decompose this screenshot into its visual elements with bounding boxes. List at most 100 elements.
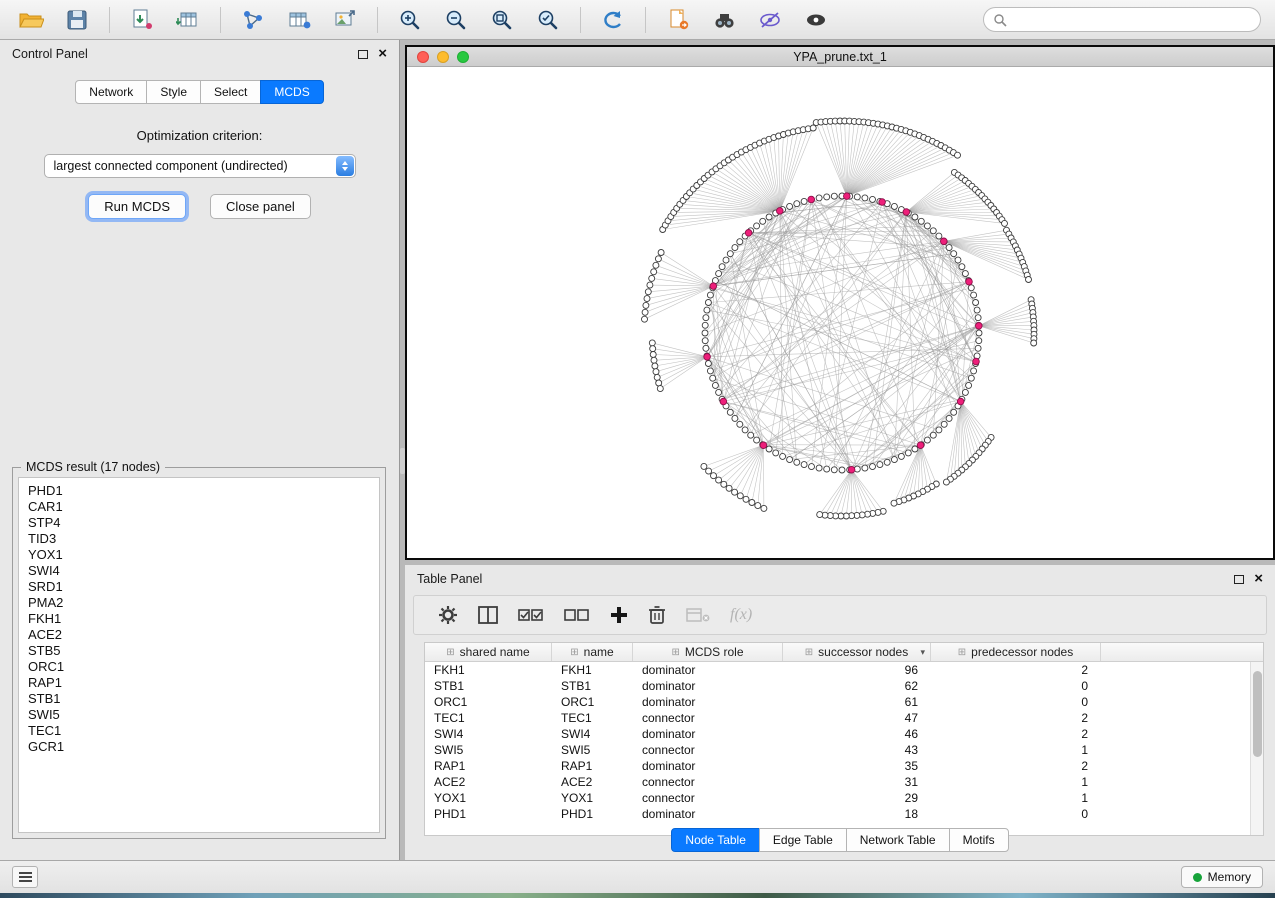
table-cell[interactable]: connector xyxy=(633,775,783,789)
table-row[interactable]: TEC1TEC1connector472 xyxy=(425,710,1263,726)
float-panel-icon[interactable] xyxy=(358,50,368,59)
table-cell[interactable]: YOX1 xyxy=(425,791,552,805)
table-cell[interactable]: STB1 xyxy=(552,679,633,693)
new-network-button[interactable] xyxy=(232,4,274,36)
table-cell[interactable]: dominator xyxy=(633,727,783,741)
table-tab-node-table[interactable]: Node Table xyxy=(671,828,760,852)
network-window-titlebar[interactable]: YPA_prune.txt_1 xyxy=(407,47,1273,67)
table-cell[interactable]: dominator xyxy=(633,679,783,693)
table-cell[interactable]: PHD1 xyxy=(425,807,552,821)
zoom-selected-button[interactable] xyxy=(527,4,569,36)
open-file-button[interactable] xyxy=(10,4,52,36)
add-column-icon[interactable] xyxy=(610,606,628,624)
network-search-input[interactable] xyxy=(1013,13,1251,27)
table-cell[interactable]: SWI4 xyxy=(552,727,633,741)
table-tab-network-table[interactable]: Network Table xyxy=(846,828,950,852)
criterion-select[interactable]: largest connected component (undirected) xyxy=(44,154,356,178)
show-all-button[interactable] xyxy=(795,4,837,36)
table-row[interactable]: SWI4SWI4dominator462 xyxy=(425,726,1263,742)
table-cell[interactable]: 43 xyxy=(783,743,931,757)
table-row[interactable]: YOX1YOX1connector291 xyxy=(425,790,1263,806)
mcds-result-item[interactable]: CAR1 xyxy=(28,499,379,515)
column-header-shared-name[interactable]: ⊞shared name xyxy=(425,643,552,661)
table-row[interactable]: SWI5SWI5connector431 xyxy=(425,742,1263,758)
table-cell[interactable]: ORC1 xyxy=(425,695,552,709)
sort-arrow-icon[interactable]: ▾ xyxy=(920,647,925,658)
table-cell[interactable]: 96 xyxy=(783,663,931,677)
table-scrollbar[interactable] xyxy=(1250,662,1263,835)
column-layout-icon[interactable] xyxy=(478,606,498,624)
close-panel-icon[interactable]: × xyxy=(378,49,387,59)
table-cell[interactable]: YOX1 xyxy=(552,791,633,805)
zoom-fit-button[interactable] xyxy=(481,4,523,36)
column-header-successor-nodes[interactable]: ⊞successor nodes▾ xyxy=(783,643,931,661)
mcds-result-item[interactable]: STB5 xyxy=(28,643,379,659)
select-all-icon[interactable] xyxy=(518,607,544,623)
table-cell[interactable]: 18 xyxy=(783,807,931,821)
mcds-result-item[interactable]: TID3 xyxy=(28,531,379,547)
zoom-out-button[interactable] xyxy=(435,4,477,36)
export-network-button[interactable] xyxy=(657,4,699,36)
table-cell[interactable]: 1 xyxy=(931,775,1101,789)
table-cell[interactable]: 0 xyxy=(931,679,1101,693)
delete-column-icon[interactable] xyxy=(648,605,666,625)
table-cell[interactable]: 31 xyxy=(783,775,931,789)
table-cell[interactable]: 0 xyxy=(931,695,1101,709)
table-row[interactable]: RAP1RAP1dominator352 xyxy=(425,758,1263,774)
table-row[interactable]: ACE2ACE2connector311 xyxy=(425,774,1263,790)
tab-select[interactable]: Select xyxy=(200,80,261,104)
settings-gear-icon[interactable] xyxy=(438,605,458,625)
network-canvas[interactable] xyxy=(407,67,1273,558)
table-cell[interactable]: 2 xyxy=(931,711,1101,725)
zoom-in-button[interactable] xyxy=(389,4,431,36)
mcds-result-item[interactable]: YOX1 xyxy=(28,547,379,563)
tab-style[interactable]: Style xyxy=(146,80,201,104)
deselect-all-icon[interactable] xyxy=(564,607,590,623)
table-cell[interactable]: connector xyxy=(633,791,783,805)
table-cell[interactable]: 2 xyxy=(931,759,1101,773)
panel-menu-button[interactable] xyxy=(12,866,38,888)
memory-button[interactable]: Memory xyxy=(1181,866,1263,888)
column-header-predecessor-nodes[interactable]: ⊞predecessor nodes xyxy=(931,643,1101,661)
table-cell[interactable]: dominator xyxy=(633,807,783,821)
save-session-button[interactable] xyxy=(56,4,98,36)
export-image-button[interactable] xyxy=(324,4,366,36)
import-network-file-button[interactable] xyxy=(121,4,163,36)
mcds-result-item[interactable]: ACE2 xyxy=(28,627,379,643)
table-cell[interactable]: 46 xyxy=(783,727,931,741)
table-row[interactable]: PHD1PHD1dominator180 xyxy=(425,806,1263,822)
table-cell[interactable]: ORC1 xyxy=(552,695,633,709)
mcds-result-item[interactable]: TEC1 xyxy=(28,723,379,739)
new-table-button[interactable] xyxy=(278,4,320,36)
table-cell[interactable]: connector xyxy=(633,711,783,725)
table-cell[interactable]: FKH1 xyxy=(552,663,633,677)
table-cell[interactable]: ACE2 xyxy=(552,775,633,789)
table-cell[interactable]: 1 xyxy=(931,743,1101,757)
table-row[interactable]: STB1STB1dominator620 xyxy=(425,678,1263,694)
table-cell[interactable]: PHD1 xyxy=(552,807,633,821)
network-graph[interactable] xyxy=(407,67,1273,558)
table-cell[interactable]: dominator xyxy=(633,759,783,773)
mcds-result-list[interactable]: PHD1CAR1STP4TID3YOX1SWI4SRD1PMA2FKH1ACE2… xyxy=(18,477,380,833)
mcds-result-item[interactable]: SWI4 xyxy=(28,563,379,579)
mcds-result-item[interactable]: PMA2 xyxy=(28,595,379,611)
mcds-result-item[interactable]: STB1 xyxy=(28,691,379,707)
tab-mcds[interactable]: MCDS xyxy=(260,80,323,104)
import-table-file-button[interactable] xyxy=(167,4,209,36)
table-cell[interactable]: dominator xyxy=(633,695,783,709)
find-button[interactable] xyxy=(703,4,745,36)
table-cell[interactable]: connector xyxy=(633,743,783,757)
table-cell[interactable]: SWI4 xyxy=(425,727,552,741)
mcds-result-item[interactable]: FKH1 xyxy=(28,611,379,627)
close-panel-button[interactable]: Close panel xyxy=(210,194,311,219)
mcds-result-item[interactable]: ORC1 xyxy=(28,659,379,675)
table-cell[interactable]: 2 xyxy=(931,727,1101,741)
mcds-result-item[interactable]: SWI5 xyxy=(28,707,379,723)
table-cell[interactable]: TEC1 xyxy=(425,711,552,725)
close-panel-icon[interactable]: × xyxy=(1254,574,1263,584)
column-header-mcds-role[interactable]: ⊞MCDS role xyxy=(633,643,783,661)
table-cell[interactable]: TEC1 xyxy=(552,711,633,725)
table-cell[interactable]: 62 xyxy=(783,679,931,693)
table-row[interactable]: ORC1ORC1dominator610 xyxy=(425,694,1263,710)
refresh-layout-button[interactable] xyxy=(592,4,634,36)
